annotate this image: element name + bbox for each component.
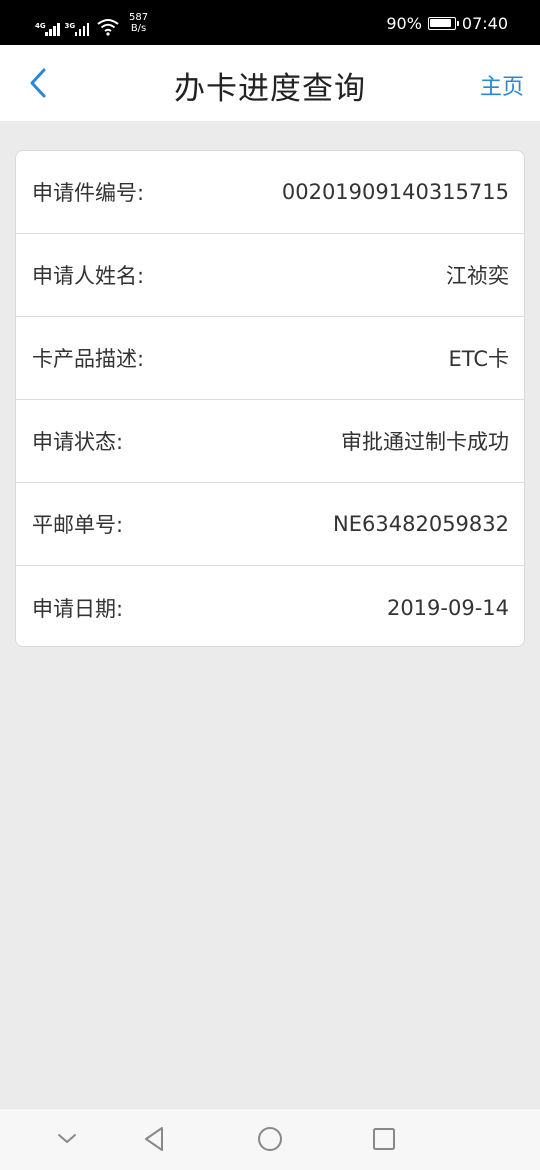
info-label: 申请日期: <box>32 596 124 621</box>
info-label: 申请状态: <box>32 430 124 454</box>
speed-unit: B/s <box>130 23 147 34</box>
info-value: NE63482059832 <box>333 512 509 536</box>
info-value: 2019-09-14 <box>386 595 509 620</box>
info-label: 申请件编号: <box>32 181 145 205</box>
info-row-mail-number: 平邮单号: NE63482059832 <box>16 483 524 566</box>
status-left: 4G 3G 587 B/s <box>34 10 148 36</box>
battery-percent: 90% <box>386 13 422 33</box>
wifi-icon <box>97 19 119 36</box>
info-value: ETC卡 <box>448 347 509 371</box>
info-value: 江祯奕 <box>446 264 509 288</box>
nav-header: 办卡进度查询 主页 <box>0 45 540 121</box>
signal-icon-1: 4G <box>34 23 60 36</box>
info-row-application-date: 申请日期: 2019-09-14 <box>16 566 524 646</box>
nav-home-button[interactable] <box>255 1124 285 1154</box>
info-label: 申请人姓名: <box>32 264 145 288</box>
nav-back-button[interactable] <box>139 1124 169 1154</box>
chevron-down-icon <box>58 1134 76 1143</box>
info-row-applicant-name: 申请人姓名: 江祯奕 <box>16 234 524 317</box>
info-value: 审批通过制卡成功 <box>341 430 509 454</box>
clock: 07:40 <box>461 13 508 33</box>
page-title: 办卡进度查询 <box>174 71 366 107</box>
info-row-application-status: 申请状态: 审批通过制卡成功 <box>16 400 524 483</box>
circle-home-icon <box>258 1127 282 1151</box>
info-label: 卡产品描述: <box>32 347 145 371</box>
application-info-card: 申请件编号: 00201909140315715 申请人姓名: 江祯奕 卡产品描… <box>15 150 525 647</box>
info-row-application-number: 申请件编号: 00201909140315715 <box>16 151 524 234</box>
triangle-back-icon <box>145 1127 163 1151</box>
battery-icon <box>427 16 459 30</box>
status-right: 90% 07:40 <box>386 12 508 34</box>
status-bar: 4G 3G 587 B/s 90% 07:40 <box>0 0 540 45</box>
home-button[interactable]: 主页 <box>480 69 524 101</box>
hide-nav-button[interactable] <box>52 1124 82 1154</box>
network-speed: 587 B/s <box>129 12 148 34</box>
info-value: 00201909140315715 <box>281 180 509 204</box>
info-row-card-product: 卡产品描述: ETC卡 <box>16 317 524 400</box>
nav-recents-button[interactable] <box>369 1124 399 1154</box>
speed-value: 587 <box>129 12 149 23</box>
square-recents-icon <box>373 1128 395 1150</box>
network-type-2: 3G <box>64 22 76 30</box>
app-root: 4G 3G 587 B/s 90% 07:40 办卡进度查询 主页 申请件编号:… <box>0 0 540 1170</box>
system-nav-bar <box>0 1108 540 1170</box>
signal-icon-2: 3G <box>64 22 89 36</box>
info-label: 平邮单号: <box>32 513 124 537</box>
network-type-1: 4G <box>35 22 46 30</box>
